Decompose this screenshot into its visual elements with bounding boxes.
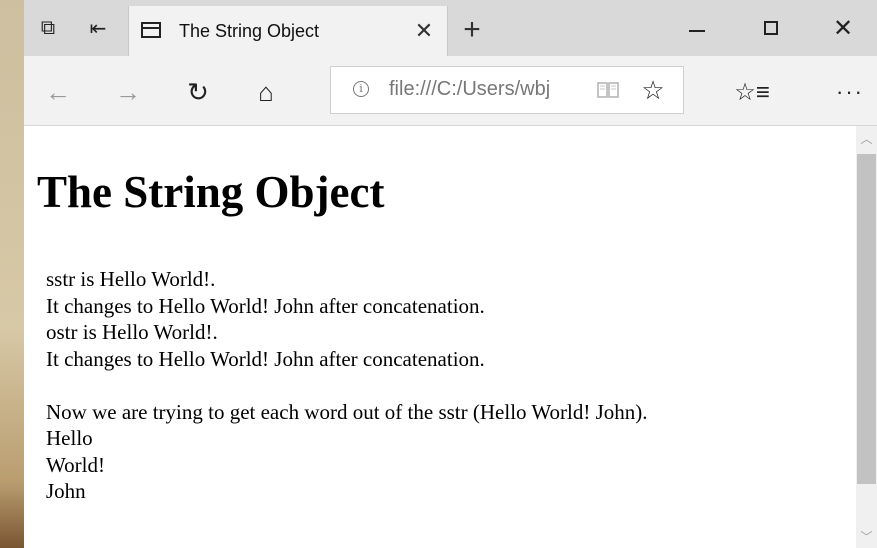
tab-close-button[interactable]: ✕	[407, 14, 441, 48]
favorites-hub-button[interactable]: ☆≡	[732, 72, 772, 112]
address-url[interactable]: file:///C:/Users/wbj	[389, 78, 550, 101]
tab-title: The String Object	[179, 21, 320, 41]
desktop-background	[0, 0, 24, 548]
vertical-scrollbar[interactable]: ︿ ﹀	[856, 126, 877, 548]
text-line: It changes to Hello World! John after co…	[46, 293, 485, 318]
tab-active[interactable]: The String Object ✕	[128, 6, 448, 56]
more-button[interactable]: ···	[830, 72, 870, 112]
scroll-down-icon[interactable]: ﹀	[856, 524, 877, 548]
text-line: It changes to Hello World! John after co…	[46, 346, 485, 371]
refresh-button[interactable]: ↻	[178, 72, 218, 112]
scroll-thumb[interactable]	[857, 154, 876, 484]
home-button[interactable]: ⌂	[246, 72, 286, 112]
new-tab-button[interactable]: +	[454, 12, 490, 48]
text-line: sstr is Hello World!.	[46, 267, 216, 291]
text-line: Now we are trying to get each word out o…	[46, 399, 648, 424]
text-line: Hello	[46, 426, 93, 450]
set-aside-tabs-icon[interactable]: ⇤	[80, 10, 116, 46]
scroll-up-icon[interactable]: ︿	[856, 126, 877, 150]
browser-window: ⧉ ⇤ The String Object ✕ + ✕ ← → ↻ ⌂ i fi…	[24, 0, 877, 548]
title-bar: ⧉ ⇤ The String Object ✕ + ✕	[24, 0, 877, 56]
page-heading: The String Object	[37, 167, 385, 217]
close-window-button[interactable]: ✕	[820, 10, 866, 46]
back-button[interactable]: ←	[38, 72, 78, 112]
maximize-button[interactable]	[748, 10, 794, 46]
page-content: The String Object sstr is Hello World!. I…	[24, 126, 856, 548]
forward-button[interactable]: →	[108, 72, 148, 112]
text-line: World!	[46, 452, 105, 477]
reading-view-icon[interactable]	[595, 79, 621, 101]
page-text: sstr is Hello World!. It changes to Hello…	[46, 266, 648, 505]
navigation-bar: ← → ↻ ⌂ i file:///C:/Users/wbj ☆ ☆≡ ···	[24, 56, 877, 126]
favorite-star-icon[interactable]: ☆	[635, 75, 671, 105]
tab-previews-icon[interactable]: ⧉	[30, 10, 66, 46]
minimize-button[interactable]	[674, 10, 720, 46]
text-line: ostr is Hello World!.	[46, 320, 218, 344]
info-icon[interactable]: i	[353, 81, 369, 97]
page-icon	[141, 22, 161, 38]
book-icon	[597, 82, 619, 98]
address-bar[interactable]: i file:///C:/Users/wbj ☆	[330, 66, 684, 114]
text-line: John	[46, 479, 86, 503]
